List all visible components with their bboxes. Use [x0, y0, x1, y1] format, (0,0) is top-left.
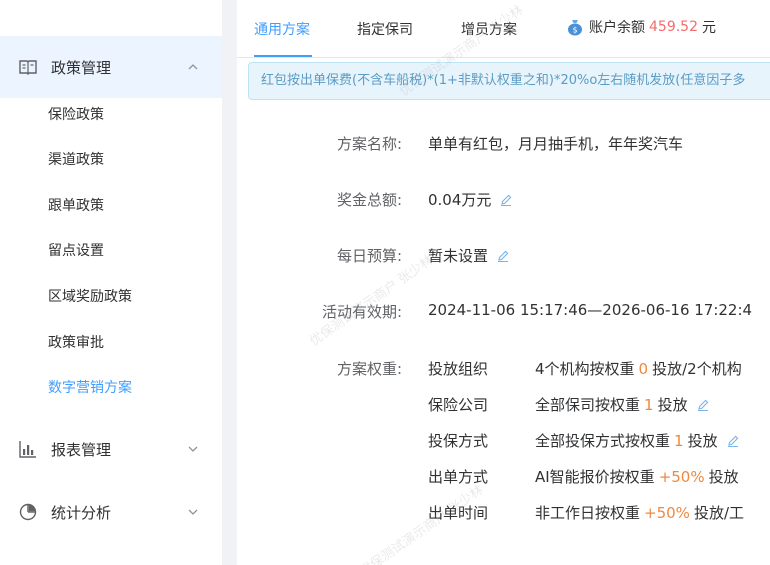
weight-name-issuing-method: 出单方式: [428, 468, 489, 486]
balance-amount: 459.52: [649, 19, 698, 35]
chevron-down-icon: [188, 509, 198, 515]
plan-weight-label: 方案权重:: [336, 360, 402, 378]
daily-budget-value: 暂未设置: [428, 245, 510, 266]
sidebar-item-insurance-policy[interactable]: 保险政策: [0, 95, 222, 135]
weight-rule-suffix: 投放/工: [693, 504, 744, 522]
menu-group-policy[interactable]: 政策管理: [0, 36, 222, 98]
account-balance: $ 账户余额 459.52 元: [565, 17, 716, 37]
sidebar-item-channel-policy[interactable]: 渠道政策: [0, 140, 222, 180]
plan-name-text: 单单有红包，月月抽手机，年年奖汽车: [428, 135, 684, 153]
sidebar-item-retention-setting[interactable]: 留点设置: [0, 231, 222, 271]
weight-value: 1: [644, 395, 654, 414]
sidebar: 政策管理 保险政策 渠道政策 跟单政策 留点设置 区域奖励政策 政策审批 数字营…: [0, 0, 222, 565]
weight-rule-suffix: 投放: [657, 396, 688, 414]
valid-period-value: 2024-11-06 15:17:46—2026-06-16 17:22:4: [428, 301, 753, 319]
menu-group-reports-label: 报表管理: [51, 440, 112, 459]
total-bonus-value: 0.04万元: [428, 189, 513, 210]
tab-recruitment-plan[interactable]: 增员方案: [461, 19, 517, 39]
money-bag-icon: $: [568, 20, 582, 36]
plan-name-label: 方案名称:: [336, 135, 402, 153]
chevron-down-icon: [188, 446, 198, 452]
balance-label: 账户余额: [589, 20, 645, 36]
info-notice: 红包按出单保费(不含车船税)*(1+非默认权重之和)*20%o左右随机发放(任意…: [248, 62, 770, 100]
weight-rule-suffix: 投放: [687, 432, 718, 450]
menu-group-reports[interactable]: 报表管理: [0, 418, 222, 480]
tab-designated-insurer[interactable]: 指定保司: [357, 19, 413, 39]
weight-rule-method: 全部投保方式按权重 1 投放: [535, 430, 740, 451]
valid-period-label: 活动有效期:: [321, 303, 402, 321]
weight-rule-organization: 4个机构按权重 0 投放/2个机构: [535, 358, 742, 379]
tab-bar: 通用方案 指定保司 增员方案 $ 账户余额 459.52 元: [237, 0, 770, 58]
menu-group-policy-label: 政策管理: [51, 58, 112, 77]
menu-group-statistics[interactable]: 统计分析: [0, 481, 222, 543]
edit-pencil-icon[interactable]: [696, 398, 710, 412]
main-panel: 通用方案 指定保司 增员方案 $ 账户余额 459.52 元 红包按出单保费(不…: [237, 0, 770, 565]
total-bonus-text: 0.04万元: [428, 191, 492, 209]
weight-name-insurer: 保险公司: [428, 396, 489, 414]
weight-rule-prefix: 4个机构按权重: [535, 360, 635, 378]
weight-value: +50%: [658, 467, 705, 486]
edit-pencil-icon[interactable]: [499, 193, 513, 207]
daily-budget-label: 每日预算:: [336, 247, 402, 265]
weight-rule-prefix: 非工作日按权重: [535, 504, 641, 522]
active-tab-indicator: [254, 55, 312, 57]
sidebar-item-follow-policy[interactable]: 跟单政策: [0, 186, 222, 226]
menu-group-statistics-label: 统计分析: [51, 503, 112, 522]
sidebar-item-regional-reward[interactable]: 区域奖励政策: [0, 277, 222, 317]
weight-value: 1: [674, 431, 684, 450]
weight-rule-prefix: AI智能报价按权重: [535, 468, 655, 486]
weight-rule-suffix: 投放/2个机构: [652, 360, 742, 378]
weight-name-organization: 投放组织: [428, 360, 489, 378]
weight-rule-prefix: 全部投保方式按权重: [535, 432, 671, 450]
bar-chart-icon: [19, 441, 36, 458]
svg-text:$: $: [572, 26, 577, 35]
weight-rule-insurer: 全部保司按权重 1 投放: [535, 394, 710, 415]
balance-unit: 元: [702, 20, 716, 36]
weight-name-issuing-time: 出单时间: [428, 504, 489, 522]
total-bonus-label: 奖金总额:: [336, 191, 402, 209]
weight-rule-suffix: 投放: [708, 468, 739, 486]
plan-name-value: 单单有红包，月月抽手机，年年奖汽车: [428, 133, 683, 154]
chevron-up-icon: [188, 64, 198, 70]
weight-value: 0: [638, 359, 649, 378]
policy-book-icon: [19, 60, 37, 75]
sidebar-item-policy-approval[interactable]: 政策审批: [0, 323, 222, 363]
weight-value: +50%: [644, 503, 690, 522]
weight-rule-issuing-method: AI智能报价按权重 +50% 投放: [535, 466, 739, 487]
sidebar-item-digital-marketing[interactable]: 数字营销方案: [0, 368, 222, 408]
pie-chart-icon: [19, 503, 37, 521]
daily-budget-text: 暂未设置: [428, 247, 489, 265]
weight-rule-prefix: 全部保司按权重: [535, 396, 641, 414]
weight-name-method: 投保方式: [428, 432, 489, 450]
tab-general-plan[interactable]: 通用方案: [254, 19, 310, 39]
edit-pencil-icon[interactable]: [726, 434, 740, 448]
layout-gap: [222, 0, 237, 565]
weight-rule-issuing-time: 非工作日按权重 +50% 投放/工: [535, 502, 744, 523]
edit-pencil-icon[interactable]: [496, 249, 510, 263]
